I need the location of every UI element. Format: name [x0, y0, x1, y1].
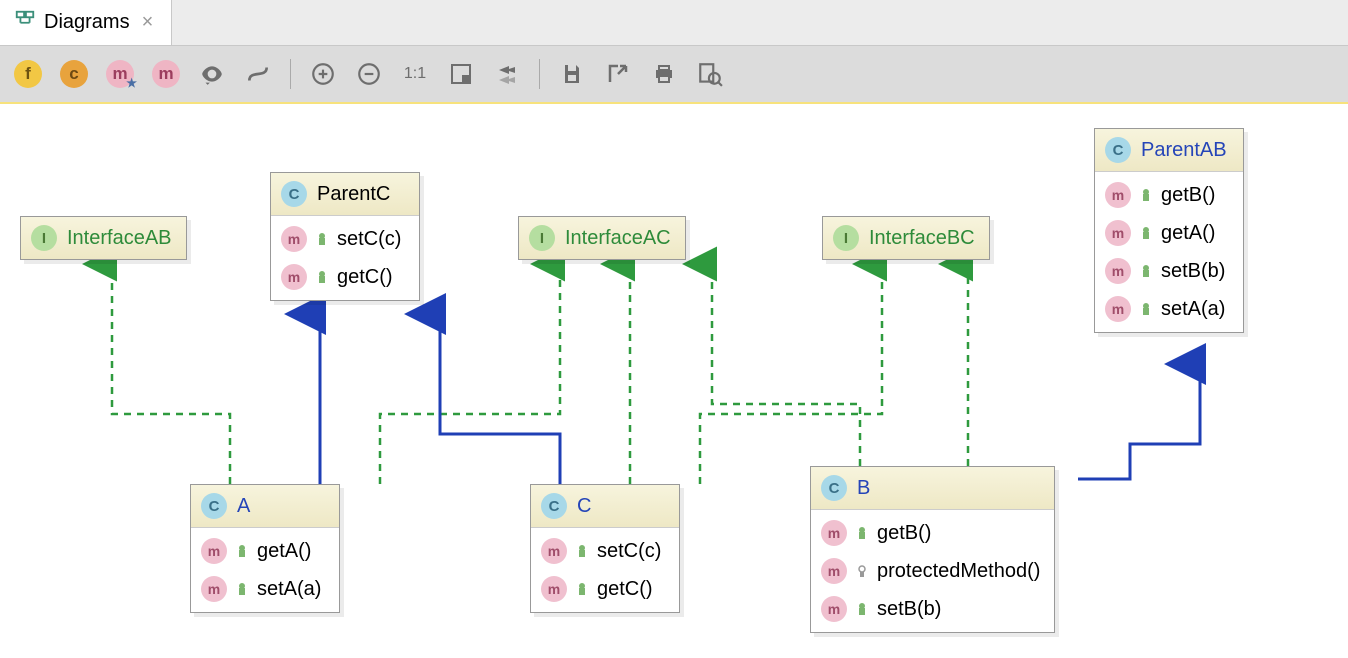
toolbar-filter-fields[interactable]: f — [10, 56, 46, 92]
toolbar-save[interactable] — [554, 56, 590, 92]
class-name: InterfaceAB — [67, 227, 172, 250]
method-icon: m — [1105, 296, 1131, 322]
method-row: m getC() — [531, 570, 679, 608]
public-icon — [235, 582, 249, 596]
class-name: ParentC — [317, 183, 390, 206]
tab-diagrams[interactable]: Diagrams × — [0, 0, 172, 45]
method-icon: m — [201, 538, 227, 564]
tab-label: Diagrams — [44, 11, 130, 34]
class-name: InterfaceAC — [565, 227, 671, 250]
interface-icon: I — [529, 225, 555, 251]
toolbar-fit[interactable] — [443, 56, 479, 92]
method-icon: m — [541, 576, 567, 602]
public-icon — [1139, 188, 1153, 202]
toolbar-zoom-11[interactable]: 1:1 — [397, 56, 433, 92]
class-icon: C — [821, 475, 847, 501]
class-b[interactable]: C B m getB() m protectedMethod() m setB(… — [810, 466, 1055, 633]
method-row: m getA() — [1095, 214, 1243, 252]
interface-icon: I — [833, 225, 859, 251]
class-interfaceac[interactable]: I InterfaceAC — [518, 216, 686, 260]
close-tab-icon[interactable]: × — [138, 11, 158, 34]
public-icon — [575, 582, 589, 596]
toolbar-zoom-out[interactable] — [351, 56, 387, 92]
public-icon — [575, 544, 589, 558]
class-name: A — [237, 495, 250, 518]
tab-bar: Diagrams × — [0, 0, 1348, 46]
toolbar-visibility[interactable] — [194, 56, 230, 92]
class-a[interactable]: C A m getA() m setA(a) — [190, 484, 340, 613]
method-row: m setA(a) — [191, 570, 339, 608]
method-icon: m — [201, 576, 227, 602]
public-icon — [855, 526, 869, 540]
class-icon: C — [1105, 137, 1131, 163]
public-icon — [1139, 302, 1153, 316]
toolbar-export[interactable] — [600, 56, 636, 92]
method-icon: m — [821, 558, 847, 584]
method-row: m setC(c) — [271, 220, 419, 258]
method-icon: m — [281, 264, 307, 290]
toolbar: f c m★ m 1:1 — [0, 46, 1348, 104]
method-row: m setA(a) — [1095, 290, 1243, 328]
diagram-canvas[interactable]: I InterfaceAB C ParentC m setC(c) m getC… — [0, 104, 1348, 658]
method-row: m getB() — [1095, 176, 1243, 214]
method-row: m setB(b) — [1095, 252, 1243, 290]
class-icon: C — [201, 493, 227, 519]
public-icon — [855, 602, 869, 616]
toolbar-zoom-in[interactable] — [305, 56, 341, 92]
method-row: m getC() — [271, 258, 419, 296]
toolbar-separator-2 — [539, 59, 540, 89]
toolbar-filter-methods[interactable]: m — [148, 56, 184, 92]
toolbar-edge-style[interactable] — [240, 56, 276, 92]
class-name: C — [577, 495, 591, 518]
toolbar-print[interactable] — [646, 56, 682, 92]
toolbar-layout[interactable] — [489, 56, 525, 92]
class-c[interactable]: C C m setC(c) m getC() — [530, 484, 680, 613]
toolbar-filter-constructors[interactable]: c — [56, 56, 92, 92]
method-row: m setC(c) — [531, 532, 679, 570]
method-icon: m — [1105, 182, 1131, 208]
class-parentc[interactable]: C ParentC m setC(c) m getC() — [270, 172, 420, 301]
method-icon: m — [541, 538, 567, 564]
interface-icon: I — [31, 225, 57, 251]
class-name: B — [857, 477, 870, 500]
method-row: m setB(b) — [811, 590, 1054, 628]
public-icon — [315, 270, 329, 284]
protected-icon — [855, 564, 869, 578]
class-icon: C — [281, 181, 307, 207]
method-icon: m — [281, 226, 307, 252]
class-parentab[interactable]: C ParentAB m getB() m getA() m setB(b) m — [1094, 128, 1244, 333]
method-row: m protectedMethod() — [811, 552, 1054, 590]
diagrams-tab-icon — [14, 9, 36, 36]
method-icon: m — [1105, 220, 1131, 246]
method-icon: m — [821, 596, 847, 622]
class-name: ParentAB — [1141, 139, 1227, 162]
public-icon — [315, 232, 329, 246]
class-icon: C — [541, 493, 567, 519]
method-icon: m — [1105, 258, 1131, 284]
method-row: m getA() — [191, 532, 339, 570]
toolbar-preview[interactable] — [692, 56, 728, 92]
class-interfaceab[interactable]: I InterfaceAB — [20, 216, 187, 260]
class-name: InterfaceBC — [869, 227, 975, 250]
public-icon — [235, 544, 249, 558]
public-icon — [1139, 226, 1153, 240]
toolbar-separator — [290, 59, 291, 89]
toolbar-filter-methods-starred[interactable]: m★ — [102, 56, 138, 92]
class-interfacebc[interactable]: I InterfaceBC — [822, 216, 990, 260]
method-icon: m — [821, 520, 847, 546]
method-row: m getB() — [811, 514, 1054, 552]
public-icon — [1139, 264, 1153, 278]
